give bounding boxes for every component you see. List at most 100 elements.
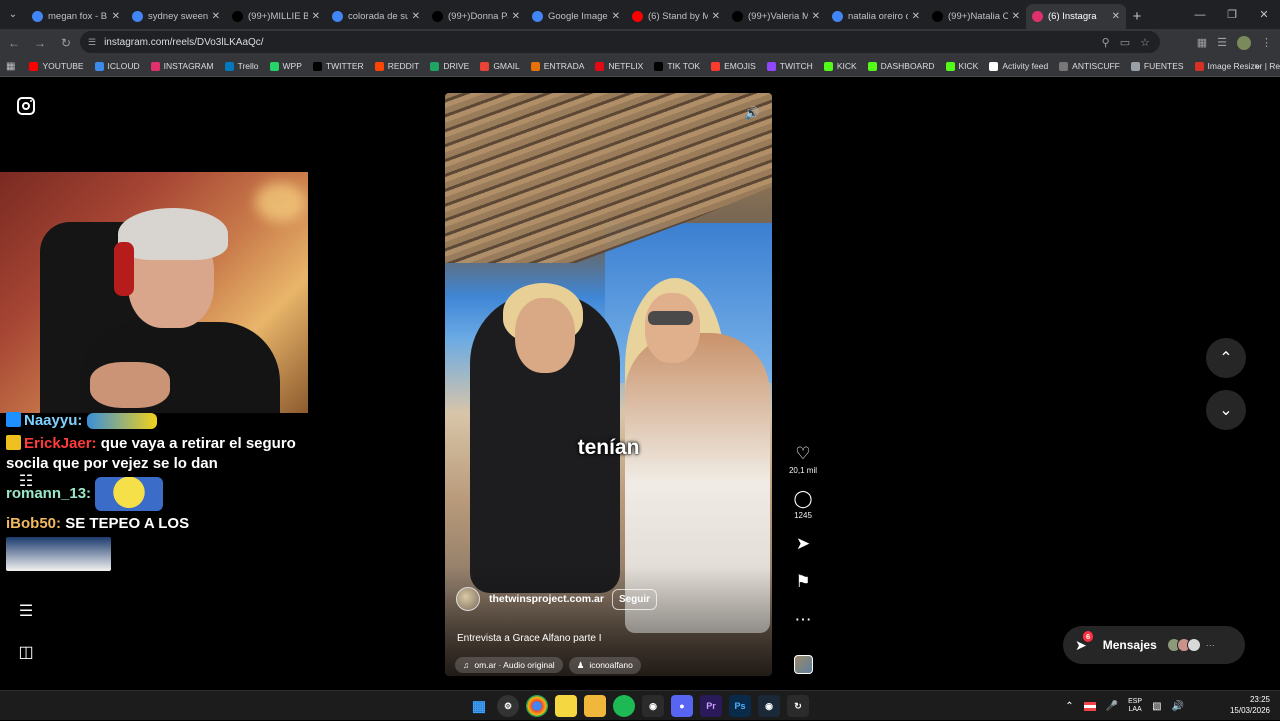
audio-user-pill[interactable]: ♟ iconoalfano xyxy=(568,656,641,674)
browser-tab[interactable]: (99+)MILLIE B ✕ xyxy=(226,4,326,29)
tab-close-icon[interactable]: ✕ xyxy=(112,11,120,22)
tab-close-icon[interactable]: ✕ xyxy=(1112,11,1120,22)
spotify-icon[interactable] xyxy=(613,695,635,717)
new-tab-button[interactable]: + xyxy=(1126,4,1148,29)
menu-icon[interactable]: ⋮ xyxy=(1261,36,1272,49)
install-app-icon[interactable]: ▭ xyxy=(1120,36,1130,49)
tab-close-icon[interactable]: ✕ xyxy=(612,11,620,22)
browser-tab[interactable]: (6) Instagra ✕ xyxy=(1026,4,1126,29)
reload-button[interactable]: ↻ xyxy=(54,31,78,55)
bookmark-item[interactable]: DRIVE xyxy=(430,61,469,71)
address-bar[interactable]: ☰ instagram.com/reels/DVo3lLKAaQc/ xyxy=(80,31,1160,53)
forward-button[interactable]: → xyxy=(28,31,52,55)
tab-close-icon[interactable]: ✕ xyxy=(1012,11,1020,22)
bookmark-item[interactable]: ENTRADA xyxy=(530,61,584,71)
sticky-notes-icon[interactable] xyxy=(555,695,577,717)
bookmark-item[interactable]: Activity feed xyxy=(989,61,1048,71)
reel-video[interactable]: 🔊 tenían thetwinsproject.com.ar Seguir E… xyxy=(445,93,772,676)
bookmark-icon[interactable]: ⚑ xyxy=(795,572,810,592)
maximize-button[interactable]: ❐ xyxy=(1216,0,1248,29)
site-info-icon[interactable]: ☰ xyxy=(88,37,96,48)
app-icon[interactable]: ⚙ xyxy=(497,695,519,717)
bookmark-item[interactable]: ICLOUD xyxy=(94,61,140,71)
tab-close-icon[interactable]: ✕ xyxy=(812,11,820,22)
volume-tray-icon[interactable]: 🔊 xyxy=(1172,701,1184,712)
bookmark-item[interactable]: KICK xyxy=(823,61,857,71)
audio-pill[interactable]: ♫ om.ar · Audio original xyxy=(455,657,563,673)
minimize-button[interactable]: — xyxy=(1184,0,1216,29)
bookmark-item[interactable]: WPP xyxy=(269,61,302,71)
steam-like-icon[interactable]: ◉ xyxy=(642,695,664,717)
browser-tab[interactable]: natalia oreiro c ✕ xyxy=(826,4,926,29)
share-icon[interactable]: ➤ xyxy=(796,534,810,554)
browser-tab[interactable]: sydney sweene ✕ xyxy=(126,4,226,29)
tab-close-icon[interactable]: ✕ xyxy=(312,11,320,22)
tab-close-icon[interactable]: ✕ xyxy=(512,11,520,22)
tab-close-icon[interactable]: ✕ xyxy=(712,11,720,22)
network-icon[interactable]: ▧ xyxy=(1152,701,1161,712)
language-indicator[interactable]: ESP LAA xyxy=(1128,698,1142,714)
microphone-icon[interactable]: 🎤 xyxy=(1106,701,1118,712)
tab-close-icon[interactable]: ✕ xyxy=(912,11,920,22)
bookmark-item[interactable]: FUENTES xyxy=(1130,61,1184,71)
hamburger-menu-icon[interactable]: ☰ xyxy=(17,602,35,620)
next-reel-button[interactable]: ⌄ xyxy=(1206,390,1246,430)
author-name[interactable]: thetwinsproject.com.ar xyxy=(489,593,604,605)
messages-button[interactable]: ➤ 6 Mensajes ⋯ xyxy=(1063,626,1245,664)
bookmark-item[interactable]: INSTAGRAM xyxy=(150,61,214,71)
follow-button[interactable]: Seguir xyxy=(611,588,658,610)
tab-close-icon[interactable]: ✕ xyxy=(212,11,220,22)
browser-tab[interactable]: Google Image ✕ xyxy=(526,4,626,29)
sync-icon[interactable]: ↻ xyxy=(787,695,809,717)
zoom-icon[interactable]: ⚲ xyxy=(1102,36,1110,49)
system-clock[interactable]: 23:25 15/03/2026 xyxy=(1230,694,1270,716)
tab-search-button[interactable]: ⌄ xyxy=(0,0,26,29)
bookmark-item[interactable]: KICK xyxy=(945,61,978,71)
browser-tab[interactable]: (6) Stand by M ✕ xyxy=(626,4,726,29)
extensions-icon[interactable]: ▦ xyxy=(1197,36,1207,49)
browser-tab[interactable]: colorada de su ✕ xyxy=(326,4,426,29)
windows-start-icon[interactable]: ▦ xyxy=(468,695,490,717)
apps-grid-icon[interactable]: ▦ xyxy=(6,61,15,72)
bookmark-item[interactable]: YOUTUBE xyxy=(29,61,84,71)
more-bookmarks-icon[interactable]: » xyxy=(1254,61,1260,72)
profile-avatar[interactable] xyxy=(1237,35,1251,50)
flag-icon[interactable] xyxy=(1083,701,1096,711)
bookmark-item[interactable]: TIK TOK xyxy=(654,61,700,71)
close-window-button[interactable]: ✕ xyxy=(1248,0,1280,29)
bookmark-item[interactable]: REDDIT xyxy=(374,61,419,71)
premiere-icon[interactable]: Pr xyxy=(700,695,722,717)
heart-icon[interactable]: ♡ xyxy=(795,444,810,464)
photoshop-icon[interactable]: Ps xyxy=(729,695,751,717)
bookmark-item[interactable]: NETFLIX xyxy=(595,61,643,71)
bookmark-item[interactable]: DASHBOARD xyxy=(867,61,935,71)
reel-caption[interactable]: Entrevista a Grace Alfano parte I xyxy=(457,633,602,644)
bookmark-item[interactable]: TWITCH xyxy=(766,61,813,71)
bookmark-item[interactable]: Image Resizer | Resi... xyxy=(1194,61,1280,71)
chrome-icon[interactable] xyxy=(526,695,548,717)
file-explorer-icon[interactable] xyxy=(584,695,606,717)
previous-reel-button[interactable]: ⌃ xyxy=(1206,338,1246,378)
author-avatar[interactable] xyxy=(456,587,480,611)
back-button[interactable]: ← xyxy=(2,31,26,55)
bookmark-item[interactable]: ANTISCUFF xyxy=(1059,61,1120,71)
bookmark-item[interactable]: GMAIL xyxy=(480,61,520,71)
browser-tab[interactable]: (99+)Valeria M ✕ xyxy=(726,4,826,29)
more-apps-icon[interactable]: ◫ xyxy=(17,643,35,661)
browser-tab[interactable]: (99+)Natalia O ✕ xyxy=(926,4,1026,29)
browser-tab[interactable]: (99+)Donna Pa ✕ xyxy=(426,4,526,29)
tab-close-icon[interactable]: ✕ xyxy=(412,11,420,22)
bookmark-item[interactable]: EMOJIS xyxy=(711,61,756,71)
more-options-icon[interactable]: ⋯ xyxy=(795,610,812,630)
bookmark-item[interactable]: Trello xyxy=(224,61,259,71)
browser-tab[interactable]: megan fox - B ✕ xyxy=(26,4,126,29)
tray-chevron-icon[interactable]: ⌃ xyxy=(1065,701,1073,712)
volume-icon[interactable]: 🔊 xyxy=(742,103,762,123)
instagram-logo-icon[interactable] xyxy=(17,97,35,115)
comment-icon[interactable]: ◯ xyxy=(793,489,812,509)
bookmark-star-icon[interactable]: ☆ xyxy=(1140,36,1150,49)
discord-icon[interactable]: ● xyxy=(671,695,693,717)
tab-search-icon[interactable]: ☰ xyxy=(1217,36,1227,49)
audio-thumbnail[interactable] xyxy=(794,655,813,674)
steam-icon[interactable]: ◉ xyxy=(758,695,780,717)
